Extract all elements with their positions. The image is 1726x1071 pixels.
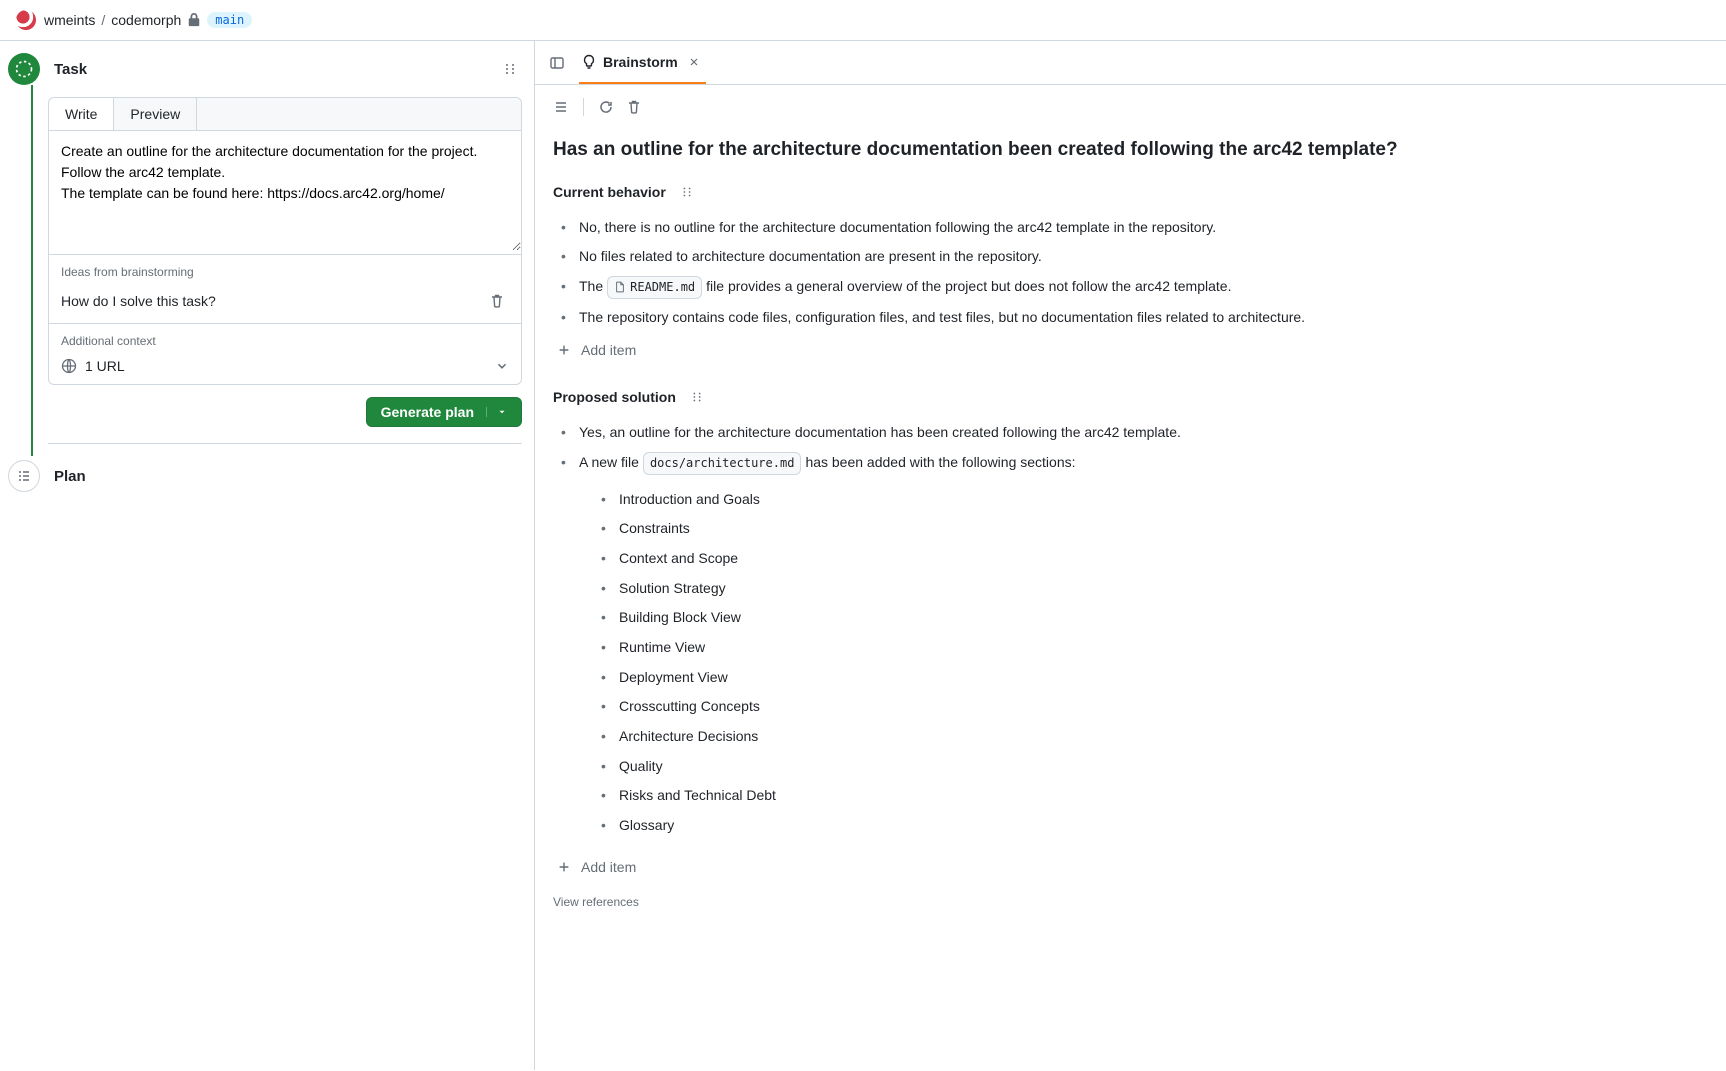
view-references-link[interactable]: View references: [553, 895, 639, 909]
architecture-code-pill: docs/architecture.md: [643, 452, 802, 475]
list-item: Glossary: [593, 811, 1708, 841]
task-card: Write Preview Ideas from brainstorming H…: [48, 97, 522, 385]
avatar[interactable]: [16, 10, 36, 30]
globe-icon: [61, 358, 77, 374]
refresh-button[interactable]: [594, 95, 618, 119]
tab-brainstorm[interactable]: Brainstorm: [579, 41, 706, 84]
right-pane: Brainstorm Has an outline for the archit…: [535, 41, 1726, 1070]
task-textarea[interactable]: [49, 131, 521, 251]
toolbar-divider: [583, 98, 584, 116]
code-text: README.md: [630, 278, 695, 297]
list-item: No, there is no outline for the architec…: [553, 213, 1708, 243]
breadcrumb-repo[interactable]: codemorph: [111, 12, 181, 28]
list-item: Deployment View: [593, 663, 1708, 693]
close-icon: [688, 56, 700, 68]
lightbulb-icon: [581, 54, 597, 70]
tab-brainstorm-label: Brainstorm: [603, 54, 678, 70]
idea-row: How do I solve this task?: [49, 283, 521, 323]
brainstorm-question: Has an outline for the architecture docu…: [553, 137, 1708, 163]
trash-icon: [489, 293, 505, 309]
list-item: Quality: [593, 752, 1708, 782]
sections-list: Introduction and Goals Constraints Conte…: [593, 485, 1708, 841]
list-item: Architecture Decisions: [593, 722, 1708, 752]
file-icon: [614, 281, 626, 293]
drag-handle-icon[interactable]: [676, 181, 698, 203]
text: has been added with the following sectio…: [805, 452, 1075, 474]
right-toolbar: [535, 85, 1726, 125]
right-tabs-bar: Brainstorm: [535, 41, 1726, 85]
breadcrumb: wmeints / codemorph main: [44, 12, 252, 28]
chevron-down-icon: [495, 359, 509, 373]
breadcrumb-separator: /: [101, 12, 105, 28]
task-node-row: Task: [8, 53, 522, 85]
ideas-label: Ideas from brainstorming: [49, 254, 521, 283]
current-behavior-heading: Current behavior: [553, 181, 1708, 203]
lock-icon: [187, 13, 201, 27]
readme-code-pill: README.md: [607, 276, 702, 299]
add-item-label: Add item: [581, 859, 636, 875]
tab-write[interactable]: Write: [49, 98, 114, 131]
list-item: The README.md file provides a general ov…: [553, 272, 1708, 303]
plus-icon: [557, 343, 571, 357]
plan-node-icon: [8, 460, 40, 492]
text: A new file: [579, 452, 639, 474]
current-behavior-label: Current behavior: [553, 184, 666, 200]
close-tab-button[interactable]: [684, 54, 704, 70]
task-title: Task: [54, 61, 484, 78]
text: The: [579, 276, 603, 298]
plus-icon: [557, 860, 571, 874]
connector-line: [31, 85, 33, 456]
add-item-proposed[interactable]: Add item: [553, 853, 1708, 893]
list-item: Context and Scope: [593, 544, 1708, 574]
idea-text: How do I solve this task?: [61, 293, 485, 309]
left-pane: Task Write Preview Ideas from brainstorm…: [0, 41, 535, 1070]
generate-plan-label: Generate plan: [381, 404, 474, 420]
list-item: A new file docs/architecture.md has been…: [553, 448, 1708, 849]
current-behavior-list: No, there is no outline for the architec…: [553, 213, 1708, 333]
list-item: The repository contains code files, conf…: [553, 303, 1708, 333]
plan-node-row: Plan: [8, 460, 522, 492]
context-row[interactable]: 1 URL: [49, 352, 521, 384]
breadcrumb-owner[interactable]: wmeints: [44, 12, 95, 28]
generate-plan-button[interactable]: Generate plan: [366, 397, 522, 427]
drag-handle-icon[interactable]: [498, 57, 522, 81]
topbar: wmeints / codemorph main: [0, 0, 1726, 41]
context-label: Additional context: [49, 323, 521, 352]
caret-down-icon[interactable]: [486, 407, 507, 417]
list-item: No files related to architecture documen…: [553, 242, 1708, 272]
list-icon: [16, 468, 32, 484]
add-item-current[interactable]: Add item: [553, 336, 1708, 376]
menu-button[interactable]: [549, 95, 573, 119]
list-item: Yes, an outline for the architecture doc…: [553, 418, 1708, 448]
editor-tabs: Write Preview: [49, 98, 521, 131]
add-item-label: Add item: [581, 342, 636, 358]
branch-pill[interactable]: main: [207, 12, 252, 28]
proposed-solution-label: Proposed solution: [553, 389, 676, 405]
trash-icon: [626, 99, 642, 115]
code-text: docs/architecture.md: [650, 454, 795, 473]
menu-icon: [553, 99, 569, 115]
list-item: Solution Strategy: [593, 574, 1708, 604]
context-item-label: 1 URL: [85, 358, 125, 374]
text: file provides a general overview of the …: [706, 276, 1231, 298]
list-item: Crosscutting Concepts: [593, 692, 1708, 722]
panel-toggle-icon[interactable]: [549, 55, 565, 71]
list-item: Runtime View: [593, 633, 1708, 663]
tab-preview[interactable]: Preview: [114, 98, 197, 130]
list-item: Introduction and Goals: [593, 485, 1708, 515]
delete-button[interactable]: [622, 95, 646, 119]
proposed-solution-heading: Proposed solution: [553, 386, 1708, 408]
refresh-icon: [598, 99, 614, 115]
delete-idea-button[interactable]: [485, 289, 509, 313]
list-item: Risks and Technical Debt: [593, 781, 1708, 811]
list-item: Building Block View: [593, 603, 1708, 633]
plan-title: Plan: [54, 468, 522, 485]
drag-handle-icon[interactable]: [686, 386, 708, 408]
proposed-solution-list: Yes, an outline for the architecture doc…: [553, 418, 1708, 849]
task-node-icon: [8, 53, 40, 85]
list-item: Constraints: [593, 514, 1708, 544]
